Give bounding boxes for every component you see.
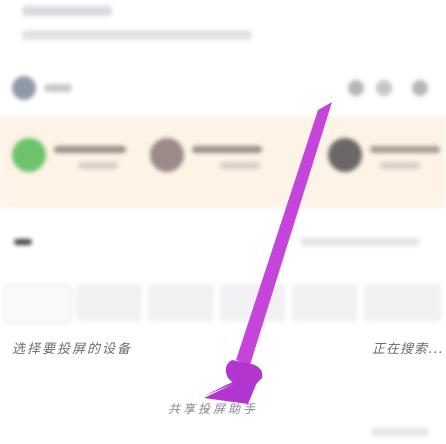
device-tab[interactable] [148, 284, 214, 322]
subheader-blur-line [22, 30, 252, 40]
contact-name-blur [192, 146, 262, 153]
contact-avatar[interactable] [328, 138, 362, 172]
contact-name-blur [370, 146, 440, 153]
share-assistant-button[interactable]: 共享投屏助手 [168, 400, 258, 417]
select-device-label: 选择要投屏的设备 [12, 342, 133, 357]
contact-sub-blur [220, 162, 260, 169]
section-label-blur [14, 239, 32, 245]
bottom-handle [370, 428, 430, 436]
control-icon[interactable] [376, 80, 392, 96]
contact-name-blur [54, 146, 126, 153]
contact-sub-blur [78, 162, 118, 169]
section-right-blur [300, 238, 420, 246]
control-icon[interactable] [412, 80, 428, 96]
blurred-background [0, 0, 446, 444]
device-tab[interactable] [364, 284, 442, 322]
contact-avatar[interactable] [12, 138, 46, 172]
header-blur-line [22, 6, 112, 16]
device-tab[interactable] [4, 284, 72, 324]
searching-status: 正在搜索... [372, 342, 444, 357]
contact-sub-blur [380, 162, 420, 169]
app-name-blur [44, 84, 72, 92]
device-tab[interactable] [292, 284, 358, 322]
device-tab[interactable] [76, 284, 142, 322]
control-icon[interactable] [348, 80, 364, 96]
device-tab[interactable] [220, 284, 286, 322]
contact-avatar[interactable] [150, 138, 184, 172]
app-icon [12, 76, 36, 100]
